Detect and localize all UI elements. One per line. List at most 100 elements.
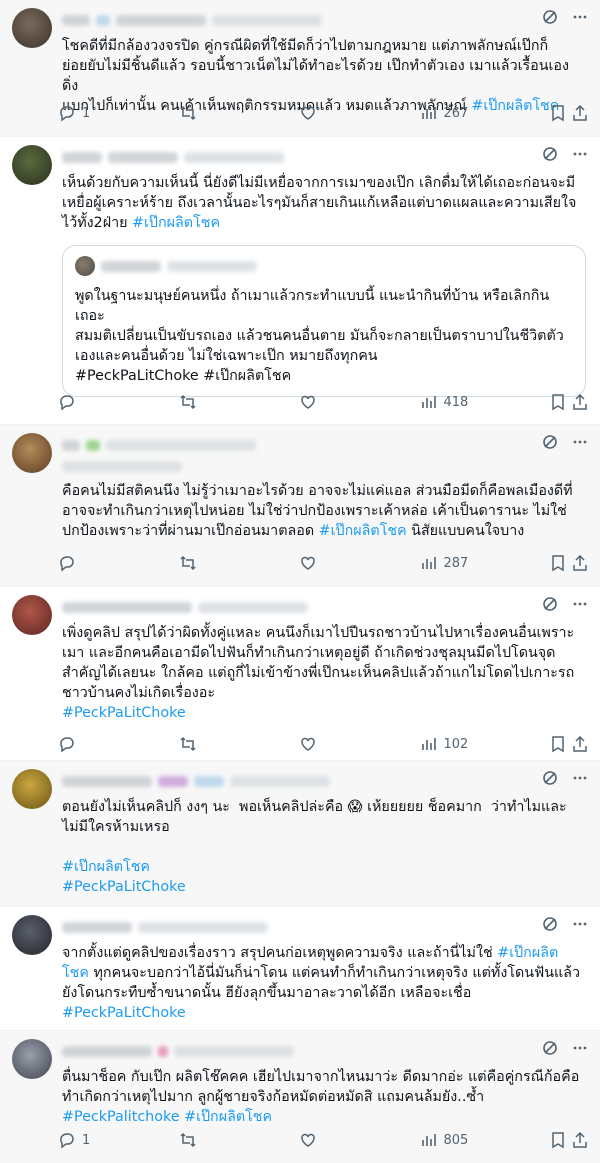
- quoted-post[interactable]: พูดในฐานะมนุษย์คนหนึ่ง ถ้าเมาแล้วกระทำแบ…: [62, 245, 586, 397]
- text-line: ทำเกิดกว่าเหตุไปมาก ลูกผู้ชายจริงก้อหมัด…: [62, 1087, 586, 1107]
- hashtag-link[interactable]: #PeckPaLitChoke: [62, 879, 186, 895]
- text-line: สมมติเปลี่ยนเป็นขับรถเอง แล้วชนคนอื่นตาย…: [75, 326, 573, 346]
- hashtag-link[interactable]: #PeckPaLitChoke: [62, 1005, 186, 1021]
- views-button[interactable]: 418: [420, 393, 480, 411]
- repost-button[interactable]: [179, 1131, 239, 1149]
- reply-count: 1: [82, 105, 91, 121]
- avatar[interactable]: [12, 145, 52, 185]
- grok-icon[interactable]: [542, 770, 558, 786]
- hashtag-link[interactable]: #เป๊กผลิตโชค: [319, 523, 407, 539]
- reply-post[interactable]: จากตั้งแต่ดูคลิปของเรื่องราว สรุปคนก่อเห…: [0, 907, 600, 1031]
- grok-icon[interactable]: [542, 1040, 558, 1056]
- reply-post[interactable]: ตื่นมาช็อค กับเป๊ก ผลิตโช๊คคค เฮียไปเมาจ…: [0, 1031, 600, 1163]
- repost-button[interactable]: [179, 393, 239, 411]
- reply-post[interactable]: ตอนยังไม่เห็นคลิปก็ งงๆ นะ พอเห็นคลิปล่ะ…: [0, 761, 600, 907]
- hashtag-link[interactable]: โชค: [62, 965, 89, 981]
- views-button[interactable]: 287: [420, 554, 480, 572]
- reply-button[interactable]: [58, 393, 118, 411]
- author-header[interactable]: [62, 915, 586, 939]
- share-icon[interactable]: [572, 393, 588, 411]
- avatar[interactable]: [12, 769, 52, 809]
- grok-icon[interactable]: [542, 434, 558, 450]
- bookmark-icon[interactable]: [550, 104, 566, 122]
- grok-icon[interactable]: [542, 9, 558, 25]
- author-header[interactable]: [62, 769, 586, 793]
- text-segment: ตื่นมาช็อค กับเป๊ก ผลิตโช๊คคค เฮียไปเมาจ…: [62, 1069, 580, 1085]
- hashtag-link[interactable]: #เป๊กผลิตโชค: [62, 859, 150, 875]
- bookmark-icon[interactable]: [550, 554, 566, 572]
- text-line: จากตั้งแต่ดูคลิปของเรื่องราว สรุปคนก่อเห…: [62, 943, 586, 963]
- reply-button[interactable]: [58, 554, 118, 572]
- views-button[interactable]: 102: [420, 735, 480, 753]
- reply-post[interactable]: เพิ่งดูคลิป สรุปได้ว่าผิดทั้งคู่แหละ คนน…: [0, 587, 600, 761]
- views-icon: [420, 104, 438, 122]
- avatar[interactable]: [12, 1039, 52, 1079]
- text-segment: จากตั้งแต่ดูคลิปของเรื่องราว สรุปคนก่อเห…: [62, 945, 498, 961]
- reply-post[interactable]: โชคดีที่มีกล้องวงจรปิด คู่กรณีผิดที่ใช้ม…: [0, 0, 600, 137]
- reply-button[interactable]: 1: [58, 104, 118, 122]
- more-icon[interactable]: [572, 770, 588, 786]
- hashtag-link[interactable]: #PeckPaLitChoke: [62, 705, 186, 721]
- repost-icon: [179, 554, 197, 572]
- text-line: ไว้ทั้ง2ฝ่าย #เป๊กผลิตโชค: [62, 213, 586, 233]
- like-button[interactable]: [299, 554, 359, 572]
- share-icon[interactable]: [572, 735, 588, 753]
- text-line: #PeckPaLitChoke: [62, 1003, 586, 1023]
- share-icon[interactable]: [572, 1131, 588, 1149]
- author-header[interactable]: [62, 433, 586, 457]
- quoted-avatar: [75, 256, 95, 276]
- views-button[interactable]: 267: [420, 104, 480, 122]
- grok-icon[interactable]: [542, 596, 558, 612]
- text-segment: เห็นด้วยกับความเห็นนี้ นี่ยังดีไม่มีเหยื…: [62, 175, 576, 191]
- post-text: จากตั้งแต่ดูคลิปของเรื่องราว สรุปคนก่อเห…: [62, 943, 586, 1023]
- text-line: ปกป้องเพราะว่าที่ผ่านมาเป๊กอ่อนมาตลอด #เ…: [62, 521, 586, 541]
- avatar[interactable]: [12, 8, 52, 48]
- hashtag-link[interactable]: #PeckPalitchoke #เป๊กผลิตโชค: [62, 1109, 272, 1125]
- reply-icon: [58, 104, 76, 122]
- hashtag-link[interactable]: #เป๊กผลิต: [497, 945, 558, 961]
- repost-button[interactable]: [179, 735, 239, 753]
- author-header[interactable]: [62, 595, 586, 619]
- more-icon[interactable]: [572, 9, 588, 25]
- reply-button[interactable]: [58, 735, 118, 753]
- repost-button[interactable]: [179, 104, 239, 122]
- more-icon[interactable]: [572, 596, 588, 612]
- bookmark-icon[interactable]: [550, 1131, 566, 1149]
- reply-post[interactable]: คือคนไม่มีสติคนนึง ไม่รู้ว่าเมาอะไรด้วย …: [0, 425, 600, 587]
- text-line: ชาวบ้านคงไม่เกิดเรื่องอะ: [62, 683, 586, 703]
- share-icon[interactable]: [572, 104, 588, 122]
- repost-button[interactable]: [179, 554, 239, 572]
- views-button[interactable]: 805: [420, 1131, 480, 1149]
- repost-icon: [179, 104, 197, 122]
- more-icon[interactable]: [572, 916, 588, 932]
- author-header[interactable]: [62, 8, 586, 32]
- text-line: #PeckPalitchoke #เป๊กผลิตโชค: [62, 1107, 586, 1127]
- more-icon[interactable]: [572, 1040, 588, 1056]
- post-text: ตื่นมาช็อค กับเป๊ก ผลิตโช๊คคค เฮียไปเมาจ…: [62, 1067, 586, 1127]
- more-icon[interactable]: [572, 146, 588, 162]
- bookmark-icon[interactable]: [550, 393, 566, 411]
- avatar[interactable]: [12, 915, 52, 955]
- like-button[interactable]: [299, 735, 359, 753]
- grok-icon[interactable]: [542, 146, 558, 162]
- grok-icon[interactable]: [542, 916, 558, 932]
- handle-row: [62, 457, 586, 477]
- reply-button[interactable]: 1: [58, 1131, 118, 1149]
- like-button[interactable]: [299, 104, 359, 122]
- hashtag-link[interactable]: #เป๊กผลิตโชค: [132, 215, 220, 231]
- share-icon[interactable]: [572, 554, 588, 572]
- bookmark-share: [540, 1131, 588, 1149]
- author-header[interactable]: [62, 145, 586, 169]
- avatar[interactable]: [12, 595, 52, 635]
- avatar[interactable]: [12, 433, 52, 473]
- bookmark-icon[interactable]: [550, 735, 566, 753]
- more-icon[interactable]: [572, 434, 588, 450]
- quoted-author[interactable]: [75, 256, 573, 276]
- text-segment: สมมติเปลี่ยนเป็นขับรถเอง แล้วชนคนอื่นตาย…: [75, 328, 564, 344]
- author-header[interactable]: [62, 1039, 586, 1063]
- reply-feed: โชคดีที่มีกล้องวงจรปิด คู่กรณีผิดที่ใช้ม…: [0, 0, 600, 1163]
- reply-post[interactable]: เห็นด้วยกับความเห็นนี้ นี่ยังดีไม่มีเหยื…: [0, 137, 600, 425]
- like-button[interactable]: [299, 393, 359, 411]
- text-line: ย่อยยับไม่มีชิ้นดีแล้ว รอบนี้ชาวเน็ตไม่ไ…: [62, 56, 586, 96]
- like-button[interactable]: [299, 1131, 359, 1149]
